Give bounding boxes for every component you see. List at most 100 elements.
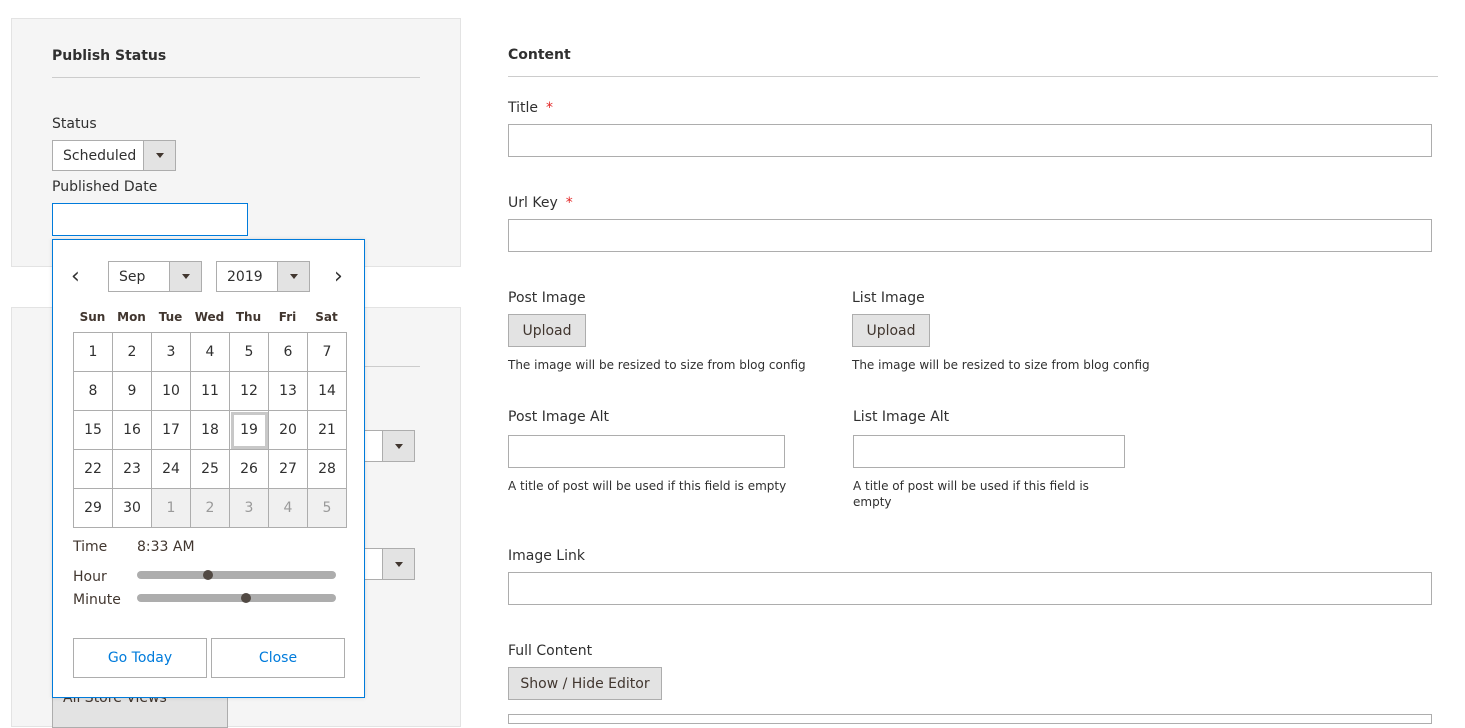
calendar-day-next-month[interactable]: 5 xyxy=(308,489,347,528)
list-image-alt-input[interactable] xyxy=(853,435,1125,468)
hour-slider[interactable] xyxy=(137,570,336,580)
publish-status-divider xyxy=(52,77,420,78)
show-hide-editor-button[interactable]: Show / Hide Editor xyxy=(508,667,662,700)
hour-slider-handle[interactable] xyxy=(203,570,214,580)
calendar-day[interactable]: 15 xyxy=(74,411,113,450)
post-image-alt-input[interactable] xyxy=(508,435,785,468)
minute-slider-handle[interactable] xyxy=(240,593,251,603)
calendar-day[interactable]: 23 xyxy=(113,450,152,489)
calendar-day[interactable]: 27 xyxy=(269,450,308,489)
calendar-day[interactable]: 10 xyxy=(152,372,191,411)
image-link-input[interactable] xyxy=(508,572,1432,605)
year-select[interactable]: 2019 xyxy=(216,261,310,292)
list-image-label: List Image xyxy=(852,290,925,306)
calendar-day[interactable]: 16 xyxy=(113,411,152,450)
post-image-label: Post Image xyxy=(508,290,586,306)
weekday-mon: Mon xyxy=(117,310,146,324)
go-today-button[interactable]: Go Today xyxy=(73,638,207,678)
hidden-select-1[interactable] xyxy=(360,430,415,462)
time-value: 8:33 AM xyxy=(137,539,195,555)
chevron-down-icon xyxy=(289,274,298,279)
list-image-alt-note: A title of post will be used if this fie… xyxy=(853,478,1089,510)
year-select-toggle[interactable] xyxy=(277,262,309,291)
calendar-day-next-month[interactable]: 2 xyxy=(191,489,230,528)
calendar-day[interactable]: 2 xyxy=(113,333,152,372)
calendar-grid: 1 2 3 4 5 6 7 8 9 10 11 12 13 14 15 16 17 18 19 20 21 22 23 24 2… xyxy=(73,332,347,528)
calendar-day[interactable]: 5 xyxy=(230,333,269,372)
weekday-thu: Thu xyxy=(235,310,262,324)
calendar-day[interactable]: 19 xyxy=(230,411,269,450)
weekday-fri: Fri xyxy=(278,310,297,324)
calendar-day[interactable]: 13 xyxy=(269,372,308,411)
calendar-day[interactable]: 29 xyxy=(74,489,113,528)
status-label: Status xyxy=(52,116,97,132)
calendar-day[interactable]: 3 xyxy=(152,333,191,372)
calendar-day-next-month[interactable]: 1 xyxy=(152,489,191,528)
calendar-day[interactable]: 18 xyxy=(191,411,230,450)
next-month-arrow[interactable]: › xyxy=(334,266,343,288)
hidden-select-2[interactable] xyxy=(360,548,415,580)
minute-label: Minute xyxy=(73,592,121,608)
close-button[interactable]: Close xyxy=(211,638,345,678)
calendar-day[interactable]: 26 xyxy=(230,450,269,489)
year-select-value: 2019 xyxy=(227,268,263,285)
chevron-down-icon xyxy=(394,561,403,567)
content-divider xyxy=(508,76,1438,77)
calendar-day[interactable]: 4 xyxy=(191,333,230,372)
editor-area[interactable] xyxy=(508,714,1432,724)
calendar-day[interactable]: 6 xyxy=(269,333,308,372)
calendar-day[interactable]: 17 xyxy=(152,411,191,450)
list-image-alt-label: List Image Alt xyxy=(853,409,950,425)
post-image-alt-note: A title of post will be used if this fie… xyxy=(508,479,787,493)
calendar-day[interactable]: 22 xyxy=(74,450,113,489)
calendar-day[interactable]: 30 xyxy=(113,489,152,528)
hidden-select-1-toggle[interactable] xyxy=(382,431,414,461)
calendar-day[interactable]: 8 xyxy=(74,372,113,411)
full-content-label: Full Content xyxy=(508,643,593,659)
calendar-day[interactable]: 14 xyxy=(308,372,347,411)
content-title: Content xyxy=(508,47,571,63)
month-select-value: Sep xyxy=(119,268,146,285)
minute-slider[interactable] xyxy=(137,593,336,603)
weekday-sat: Sat xyxy=(315,310,338,324)
title-label: Title * xyxy=(508,100,553,116)
calendar-day[interactable]: 12 xyxy=(230,372,269,411)
url-key-input[interactable] xyxy=(508,219,1432,252)
weekday-tue: Tue xyxy=(158,310,183,324)
title-label-text: Title xyxy=(508,100,539,116)
datepicker-popup: ‹ Sep 2019 › Sun Mon Tue Wed Thu Fri Sat 12345… xyxy=(52,239,365,698)
hidden-select-2-toggle[interactable] xyxy=(382,549,414,579)
published-date-label: Published Date xyxy=(52,179,158,195)
status-select-toggle[interactable] xyxy=(143,141,175,170)
published-date-input[interactable] xyxy=(52,203,248,236)
calendar-day[interactable]: 25 xyxy=(191,450,230,489)
list-image-alt-note-line2: empty xyxy=(853,495,892,509)
calendar-day[interactable]: 28 xyxy=(308,450,347,489)
post-image-upload-button[interactable]: Upload xyxy=(508,314,586,347)
weekday-sun: Sun xyxy=(79,310,106,324)
calendar-day[interactable]: 7 xyxy=(308,333,347,372)
prev-month-arrow[interactable]: ‹ xyxy=(71,266,80,288)
chevron-down-icon xyxy=(394,443,403,449)
chevron-down-icon xyxy=(181,274,190,279)
url-key-label-text: Url Key xyxy=(508,195,558,211)
weekday-wed: Wed xyxy=(194,310,225,324)
calendar-day[interactable]: 9 xyxy=(113,372,152,411)
calendar-day-next-month[interactable]: 4 xyxy=(269,489,308,528)
month-select-toggle[interactable] xyxy=(169,262,201,291)
url-key-label: Url Key * xyxy=(508,195,573,211)
month-select[interactable]: Sep xyxy=(108,261,202,292)
status-select-value: Scheduled xyxy=(63,147,137,164)
list-image-note: The image will be resized to size from b… xyxy=(852,358,1150,372)
calendar-day[interactable]: 11 xyxy=(191,372,230,411)
calendar-day[interactable]: 20 xyxy=(269,411,308,450)
calendar-day[interactable]: 24 xyxy=(152,450,191,489)
list-image-upload-button[interactable]: Upload xyxy=(852,314,930,347)
secondary-panel-divider xyxy=(365,366,420,367)
calendar-day[interactable]: 1 xyxy=(74,333,113,372)
status-select[interactable]: Scheduled xyxy=(52,140,176,171)
calendar-day-next-month[interactable]: 3 xyxy=(230,489,269,528)
image-link-label: Image Link xyxy=(508,548,585,564)
title-input[interactable] xyxy=(508,124,1432,157)
calendar-day[interactable]: 21 xyxy=(308,411,347,450)
